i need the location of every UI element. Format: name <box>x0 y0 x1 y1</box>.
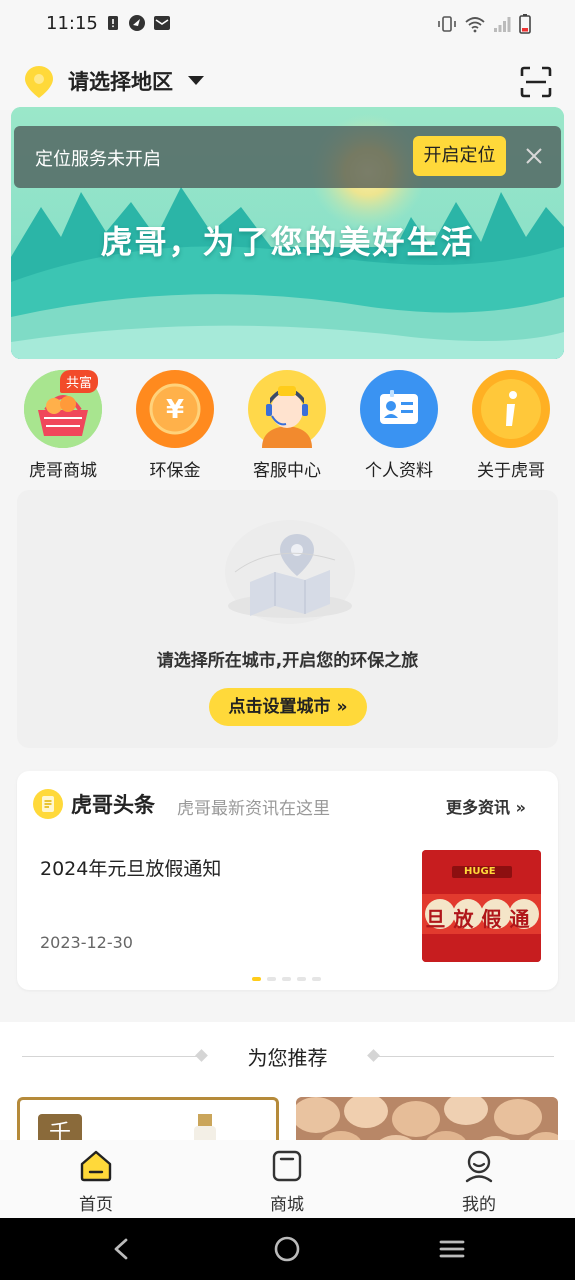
wifi-icon <box>465 17 485 33</box>
mail-notification-icon <box>154 16 170 30</box>
yuan-coin-icon: ¥ <box>136 370 214 448</box>
system-navigation-bar <box>0 1218 575 1280</box>
bottom-navigation: 首页 商城 我的 <box>0 1140 575 1218</box>
news-logo-icon <box>33 789 63 819</box>
news-card: 虎哥头条 虎哥最新资讯在这里 更多资讯 » 2024年元旦放假通知 2023-1… <box>17 771 558 990</box>
carousel-dot <box>312 977 321 981</box>
nav-label: 我的 <box>462 1195 496 1215</box>
news-item-title[interactable]: 2024年元旦放假通知 <box>40 854 221 881</box>
signal-icon <box>494 17 511 32</box>
quick-item-eco-fund[interactable]: ¥ 环保金 <box>120 370 230 481</box>
more-news-link[interactable]: 更多资讯 » <box>446 794 526 818</box>
quick-item-mall[interactable]: 共富 虎哥商城 <box>8 370 118 481</box>
user-icon <box>465 1150 493 1183</box>
sim-alert-icon <box>108 16 118 30</box>
vibrate-icon <box>438 16 456 32</box>
back-icon[interactable] <box>108 1235 136 1263</box>
quick-item-label: 客服中心 <box>253 461 321 481</box>
nav-profile[interactable]: 我的 <box>429 1148 529 1215</box>
set-city-button[interactable]: 点击设置城市 » <box>209 688 367 726</box>
news-item-date: 2023-12-30 <box>40 933 133 952</box>
enable-location-button[interactable]: 开启定位 <box>413 136 506 176</box>
select-city-card: 请选择所在城市,开启您的环保之旅 点击设置城市 » <box>17 490 558 748</box>
quick-menu: 共富 虎哥商城 ¥ 环保金 客服中心 个人资料 关于虎哥 <box>0 366 575 486</box>
app-notification-icon <box>129 15 145 31</box>
chevron-down-icon[interactable] <box>188 76 204 85</box>
status-time: 11:15 <box>46 13 98 34</box>
carousel-dot <box>267 977 276 981</box>
location-pin-icon[interactable] <box>24 65 54 99</box>
quick-item-profile[interactable]: 个人资料 <box>344 370 454 481</box>
quick-item-label: 个人资料 <box>365 461 433 481</box>
recommend-section: 为您推荐 千 <box>0 1022 575 1157</box>
shop-icon <box>272 1150 302 1182</box>
close-icon[interactable] <box>522 144 546 168</box>
status-bar: 11:15 <box>0 0 575 48</box>
status-indicators <box>437 14 531 34</box>
region-selector-label[interactable]: 请选择地区 <box>68 66 173 96</box>
news-section-subtitle: 虎哥最新资讯在这里 <box>177 799 330 819</box>
nav-home[interactable]: 首页 <box>46 1148 146 1215</box>
quick-item-label: 环保金 <box>149 461 201 481</box>
news-section-title: 虎哥头条 <box>71 793 155 817</box>
basket-icon: 共富 <box>24 370 102 448</box>
news-thumb-text: 旦放假通 <box>425 907 538 931</box>
quick-item-about[interactable]: 关于虎哥 <box>456 370 566 481</box>
quick-item-label: 关于虎哥 <box>477 461 545 481</box>
news-thumb-brand: HUGE <box>464 866 496 877</box>
nav-label: 首页 <box>79 1195 113 1215</box>
location-toast-message: 定位服务未开启 <box>35 149 161 170</box>
nav-label: 商城 <box>270 1195 304 1215</box>
nav-shop[interactable]: 商城 <box>237 1148 337 1215</box>
svg-text:¥: ¥ <box>166 395 184 425</box>
quick-item-badge: 共富 <box>60 370 99 393</box>
info-icon <box>472 370 550 448</box>
battery-icon <box>519 14 531 34</box>
home-icon <box>80 1150 112 1182</box>
news-thumbnail[interactable]: HUGE 旦放假通 <box>422 850 541 962</box>
home-button-icon[interactable] <box>273 1235 301 1263</box>
quick-item-label: 虎哥商城 <box>29 461 97 481</box>
customer-service-icon <box>248 370 326 448</box>
header: 请选择地区 <box>0 48 575 110</box>
news-carousel-indicator <box>252 977 321 981</box>
profile-card-icon <box>360 370 438 448</box>
carousel-dot <box>282 977 291 981</box>
location-service-toast: 定位服务未开启 开启定位 <box>14 126 561 188</box>
scan-icon[interactable] <box>520 66 552 98</box>
banner-headline: 虎哥，为了您的美好生活 <box>100 223 475 261</box>
map-location-illustration <box>225 520 355 624</box>
select-city-message: 请选择所在城市,开启您的环保之旅 <box>156 651 419 671</box>
recents-icon[interactable] <box>438 1235 466 1263</box>
quick-item-customer-service[interactable]: 客服中心 <box>232 370 342 481</box>
carousel-dot <box>297 977 306 981</box>
carousel-dot <box>252 977 261 981</box>
divider <box>378 1056 554 1057</box>
